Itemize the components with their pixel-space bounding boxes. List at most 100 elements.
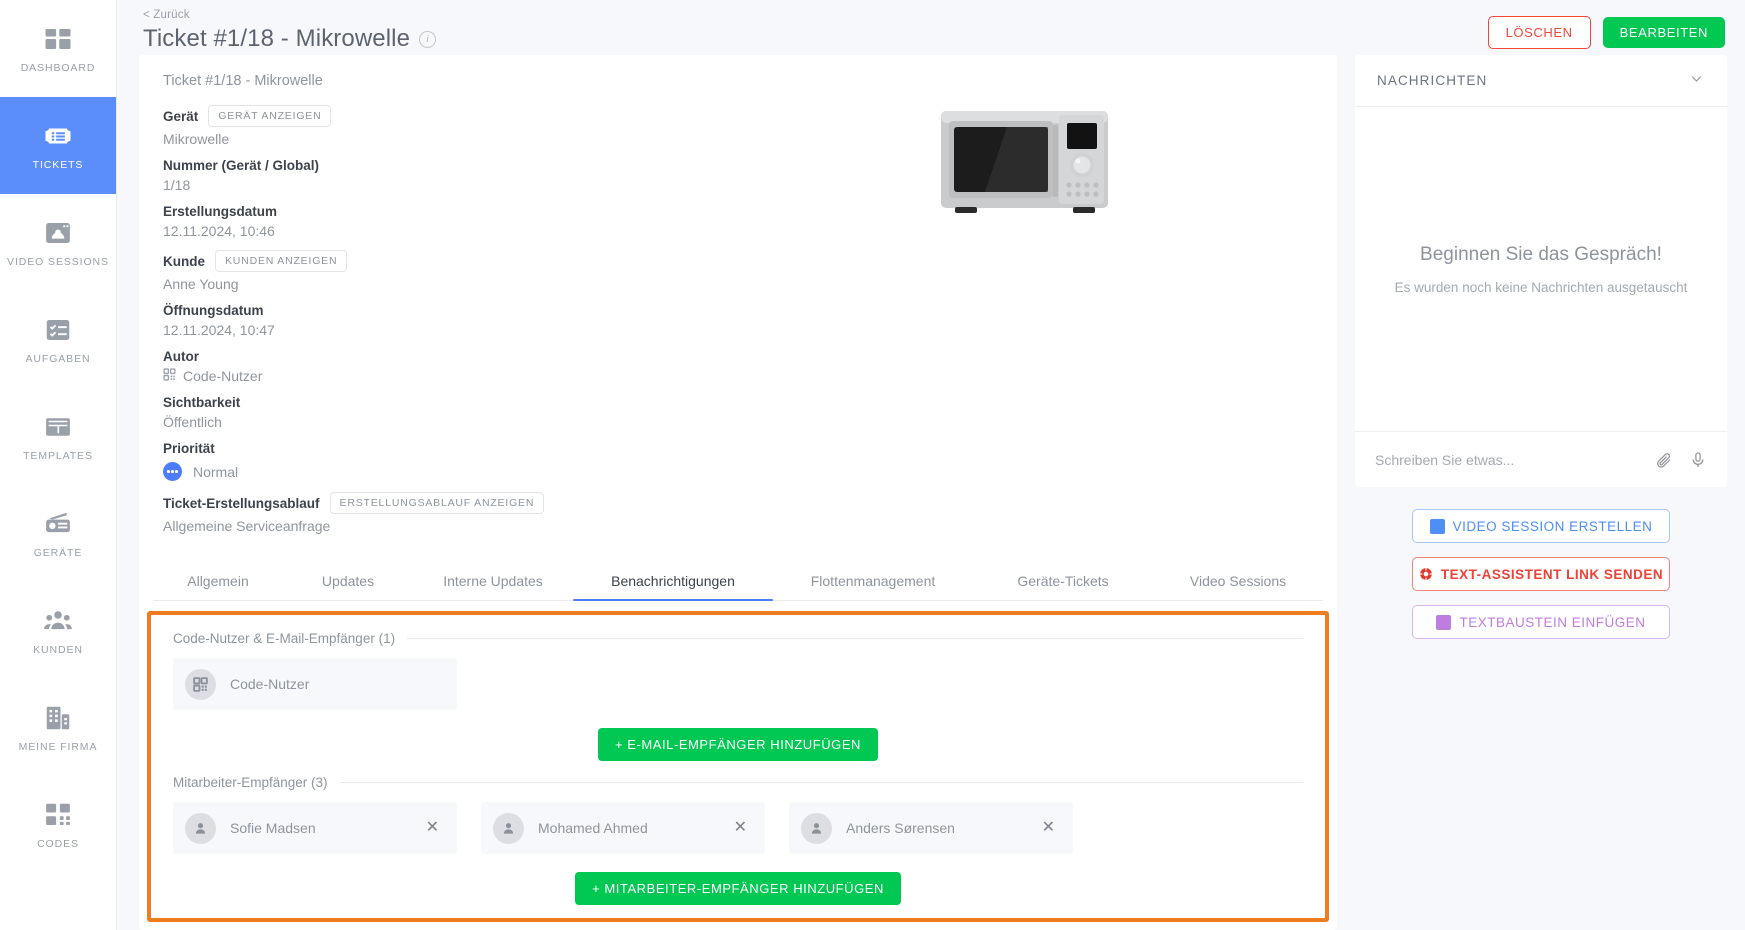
attachment-icon[interactable]	[1655, 451, 1673, 469]
video-session-icon	[43, 218, 73, 248]
list-item[interactable]: Code-Nutzer	[173, 658, 457, 710]
tab-allgemein[interactable]: Allgemein	[153, 563, 283, 600]
field-label: Erstellungsdatum	[163, 204, 278, 219]
field-erstellungsablauf: Ticket-Erstellungsablauf ERSTELLUNGSABLA…	[163, 492, 1313, 534]
button-label: TEXT-ASSISTENT LINK SENDEN	[1440, 566, 1664, 582]
field-label: Öffnungsdatum	[163, 303, 264, 318]
field-value: Allgemeine Serviceanfrage	[163, 518, 331, 534]
field-erstellungsdatum: Erstellungsdatum 12.11.2024, 10:46	[163, 204, 1313, 239]
chevron-down-icon[interactable]	[1688, 70, 1705, 92]
tab-updates[interactable]: Updates	[283, 563, 413, 600]
person-icon	[493, 812, 524, 844]
page-title-row: Ticket #1/18 - Mikrowelle i	[143, 25, 437, 53]
back-link[interactable]: < Zurück	[143, 9, 190, 21]
message-composer	[1355, 431, 1727, 487]
ticket-icon	[43, 121, 73, 151]
sidebar-item-meine-firma[interactable]: MEINE FIRMA	[0, 679, 116, 776]
button-label: TEXTBAUSTEIN EINFÜGEN	[1459, 614, 1646, 630]
customers-icon	[43, 606, 73, 636]
ticket-details: Ticket #1/18 - Mikrowelle Gerät GERÄT AN…	[139, 55, 1337, 545]
page-header: < Zurück Ticket #1/18 - Mikrowelle i LÖS…	[117, 0, 1745, 55]
notifications-panel: Code-Nutzer & E-Mail-Empfänger (1) Code-…	[147, 611, 1329, 922]
field-value: Öffentlich	[163, 414, 222, 430]
microwave-product-image	[937, 103, 1112, 221]
section-title: Mitarbeiter-Empfänger (3)	[173, 775, 328, 790]
tab-geraete-tickets[interactable]: Geräte-Tickets	[973, 563, 1153, 600]
show-creation-flow-button[interactable]: ERSTELLUNGSABLAUF ANZEIGEN	[329, 492, 545, 514]
edit-button[interactable]: BEARBEITEN	[1602, 17, 1725, 48]
messages-header[interactable]: NACHRICHTEN	[1355, 55, 1727, 107]
employee-recipients-list: Sofie Madsen ✕ Mohamed Ahmed ✕ Anders Sø…	[173, 802, 1303, 854]
tab-benachrichtigungen[interactable]: Benachrichtigungen	[573, 563, 773, 601]
video-session-icon	[1429, 518, 1445, 534]
header-left: < Zurück Ticket #1/18 - Mikrowelle i	[141, 4, 437, 53]
add-email-recipient-button[interactable]: + E-MAIL-EMPFÄNGER HINZUFÜGEN	[598, 728, 878, 761]
microphone-icon[interactable]	[1689, 451, 1707, 469]
field-label: Autor	[163, 349, 199, 364]
content-row: Ticket #1/18 - Mikrowelle Gerät GERÄT AN…	[117, 55, 1745, 930]
templates-icon	[43, 412, 73, 442]
field-value-row: Code-Nutzer	[163, 368, 1313, 384]
field-sichtbarkeit: Sichtbarkeit Öffentlich	[163, 395, 1313, 430]
main-area: < Zurück Ticket #1/18 - Mikrowelle i LÖS…	[117, 0, 1745, 930]
send-text-assistant-link-button[interactable]: TEXT-ASSISTENT LINK SENDEN	[1412, 557, 1670, 591]
messages-title: NACHRICHTEN	[1377, 73, 1488, 88]
sidebar-item-aufgaben[interactable]: AUFGABEN	[0, 291, 116, 388]
remove-recipient-icon[interactable]: ✕	[1038, 818, 1059, 838]
sidebar-nav: DASHBOARD TICKETS VIDEO SESSIONS AUFGABE…	[0, 0, 117, 930]
field-autor: Autor Code-Nutzer	[163, 349, 1313, 384]
page-title: Ticket #1/18 - Mikrowelle	[143, 25, 411, 52]
recipient-name: Code-Nutzer	[230, 676, 310, 692]
sidebar-label: AUFGABEN	[25, 352, 91, 365]
add-email-row: + E-MAIL-EMPFÄNGER HINZUFÜGEN	[173, 728, 1303, 761]
employee-recipients-legend: Mitarbeiter-Empfänger (3)	[173, 775, 1303, 790]
ticket-card: Ticket #1/18 - Mikrowelle Gerät GERÄT AN…	[139, 55, 1337, 930]
priority-row: Normal	[163, 462, 1313, 481]
sidebar-item-video-sessions[interactable]: VIDEO SESSIONS	[0, 194, 116, 291]
remove-recipient-icon[interactable]: ✕	[422, 818, 443, 838]
message-input[interactable]	[1375, 451, 1639, 468]
codes-icon	[43, 800, 73, 830]
list-item[interactable]: Mohamed Ahmed ✕	[481, 802, 765, 854]
divider	[407, 638, 1303, 639]
section-title: Code-Nutzer & E-Mail-Empfänger (1)	[173, 631, 396, 646]
field-value: 1/18	[163, 177, 191, 193]
field-label: Gerät	[163, 108, 199, 124]
messages-card: NACHRICHTEN Beginnen Sie das Gespräch! E…	[1355, 55, 1727, 487]
sidebar-item-kunden[interactable]: KUNDEN	[0, 582, 116, 679]
tab-video-sessions[interactable]: Video Sessions	[1153, 563, 1323, 600]
list-item[interactable]: Sofie Madsen ✕	[173, 802, 457, 854]
sidebar-label: DASHBOARD	[20, 61, 96, 74]
sidebar-item-tickets[interactable]: TICKETS	[0, 97, 116, 194]
ticket-tabs: Allgemein Updates Interne Updates Benach…	[153, 563, 1323, 601]
field-nummer: Nummer (Gerät / Global) 1/18	[163, 158, 1313, 193]
app-root: DASHBOARD TICKETS VIDEO SESSIONS AUFGABE…	[0, 0, 1745, 930]
ticket-card-title: Ticket #1/18 - Mikrowelle	[163, 73, 323, 89]
sidebar-label: TEMPLATES	[23, 449, 93, 462]
recipient-name: Sofie Madsen	[230, 820, 316, 836]
dashboard-icon	[43, 24, 73, 54]
create-video-session-button[interactable]: VIDEO SESSION ERSTELLEN	[1412, 509, 1670, 543]
tab-flottenmanagement[interactable]: Flottenmanagement	[773, 563, 973, 600]
add-employee-recipient-button[interactable]: + MITARBEITER-EMPFÄNGER HINZUFÜGEN	[575, 872, 901, 905]
remove-recipient-icon[interactable]: ✕	[730, 818, 751, 838]
sidebar-item-templates[interactable]: TEMPLATES	[0, 388, 116, 485]
insert-text-block-button[interactable]: TEXTBAUSTEIN EINFÜGEN	[1412, 605, 1670, 639]
field-value: 12.11.2024, 10:46	[163, 223, 275, 239]
delete-button[interactable]: LÖSCHEN	[1487, 16, 1591, 49]
show-customer-button[interactable]: KUNDEN ANZEIGEN	[215, 250, 348, 272]
empty-title: Beginnen Sie das Gespräch!	[1420, 243, 1662, 265]
tab-interne-updates[interactable]: Interne Updates	[413, 563, 573, 600]
list-item[interactable]: Anders Sørensen ✕	[789, 802, 1073, 854]
sidebar-item-dashboard[interactable]: DASHBOARD	[0, 0, 116, 97]
qr-code-icon	[163, 368, 176, 384]
sidebar-item-codes[interactable]: CODES	[0, 776, 116, 873]
button-label: VIDEO SESSION ERSTELLEN	[1452, 518, 1653, 534]
show-device-button[interactable]: GERÄT ANZEIGEN	[208, 105, 332, 127]
sidebar-label: GERÄTE	[33, 546, 83, 559]
life-ring-icon	[1419, 567, 1433, 581]
company-icon	[43, 703, 73, 733]
sidebar-label: KUNDEN	[33, 643, 83, 656]
info-icon[interactable]: i	[419, 30, 437, 48]
sidebar-item-geraete[interactable]: GERÄTE	[0, 485, 116, 582]
